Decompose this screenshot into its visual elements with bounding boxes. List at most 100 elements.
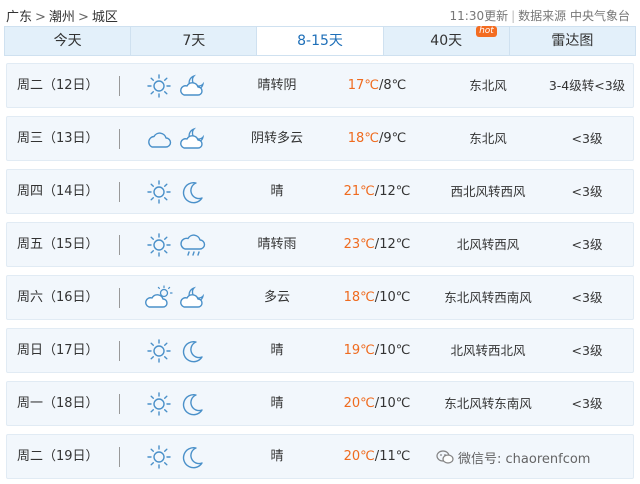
tab-label: 7天	[182, 33, 206, 49]
breadcrumb-district: 城区	[91, 10, 118, 25]
wind-direction: 东北风	[469, 131, 507, 146]
low-temp: 10℃	[379, 396, 411, 411]
tab-radar[interactable]: 雷达图	[509, 27, 636, 55]
high-temp: 18℃	[347, 131, 379, 146]
partly-cloudy-night-icon	[180, 74, 205, 96]
high-temp: 20℃	[343, 396, 375, 411]
forecast-row: 周四（14日） 晴 21℃/12℃ 西北风转西风 <3级	[6, 169, 634, 214]
temperature: 23℃/12℃	[327, 223, 427, 266]
wind-direction: 东北风转东南风	[444, 396, 532, 411]
day-label: 周三（13日）	[17, 131, 99, 146]
wind-direction: 东北风转西南风	[444, 290, 532, 305]
partly-cloudy-night-icon	[180, 127, 205, 149]
tab-8-15-days[interactable]: 8-15天	[257, 27, 384, 55]
tab-label: 40天	[430, 33, 463, 49]
hot-badge: hot	[476, 26, 497, 37]
weather-icons	[145, 391, 207, 417]
update-info: 11:30更新 | 数据来源 中央气象台	[450, 7, 630, 24]
low-temp: 9℃	[383, 131, 407, 146]
weather-description: 晴	[270, 396, 284, 411]
forecast-row: 周三（13日） 阴转多云 18℃/9℃ 东北风 <3级	[6, 116, 634, 161]
row-divider	[119, 235, 120, 255]
high-temp: 23℃	[343, 237, 375, 252]
wind-level: <3级	[571, 396, 603, 411]
cloud-icon	[148, 132, 172, 148]
low-temp: 12℃	[379, 184, 411, 199]
temperature: 21℃/12℃	[327, 170, 427, 213]
wind-direction: 东北风	[469, 78, 507, 93]
wind-level: <3级	[571, 131, 603, 146]
partly-cloudy-day-icon	[145, 285, 173, 308]
rain-cloud-icon	[180, 234, 206, 256]
weather-description: 晴	[270, 449, 284, 464]
low-temp: 12℃	[379, 237, 411, 252]
tab-label: 今天	[53, 33, 82, 49]
wind-level: 3-4级转<3级	[548, 78, 626, 93]
sun-icon	[147, 180, 171, 204]
wind-direction: 北风转西北风	[450, 343, 526, 358]
tab-today[interactable]: 今天	[5, 27, 132, 55]
tab-label: 8-15天	[297, 33, 343, 49]
day-label: 周一（18日）	[17, 396, 99, 411]
moon-icon	[182, 446, 203, 469]
forecast-row: 周六（16日） 多云 18℃/10℃ 东北风转西南风 <3级	[6, 275, 634, 320]
sun-icon	[147, 74, 171, 98]
forecast-tabs: 今天 7天 8-15天 40天 hot 雷达图	[4, 26, 636, 56]
watermark-text: 微信号: chaorenfcom	[458, 451, 591, 467]
weather-icons	[145, 232, 207, 258]
day-label: 周五（15日）	[17, 237, 99, 252]
weather-icons	[145, 126, 207, 152]
weather-description: 晴转阴	[257, 78, 297, 93]
weather-description: 阴转多云	[250, 131, 303, 146]
meta-separator: |	[511, 9, 516, 23]
weather-icons	[145, 285, 207, 311]
row-divider	[119, 447, 120, 467]
high-temp: 19℃	[343, 343, 375, 358]
temperature: 17℃/8℃	[327, 64, 427, 107]
row-divider	[119, 394, 120, 414]
forecast-row: 周日（17日） 晴 19℃/10℃ 北风转西北风 <3级	[6, 328, 634, 373]
breadcrumb-separator: >	[77, 10, 89, 25]
temperature: 20℃/10℃	[327, 382, 427, 425]
tab-7-days[interactable]: 7天	[131, 27, 258, 55]
tab-40-days[interactable]: 40天 hot	[383, 26, 510, 55]
sun-icon	[147, 233, 171, 257]
day-label: 周六（16日）	[17, 290, 99, 305]
partly-cloudy-night-icon	[180, 286, 205, 308]
low-temp: 10℃	[379, 343, 411, 358]
moon-icon	[182, 340, 203, 363]
high-temp: 18℃	[343, 290, 375, 305]
breadcrumb-province[interactable]: 广东	[6, 10, 32, 25]
forecast-row: 周二（12日） 晴转阴 17℃/8℃ 东北风 3-4级转<3级	[6, 63, 634, 108]
row-divider	[119, 341, 120, 361]
row-divider	[119, 182, 120, 202]
breadcrumb-city[interactable]: 潮州	[49, 10, 75, 25]
row-divider	[119, 129, 120, 149]
moon-icon	[182, 181, 203, 204]
wind-level: <3级	[571, 237, 603, 252]
wind-level: <3级	[571, 343, 603, 358]
temperature: 18℃/10℃	[327, 276, 427, 319]
sun-icon	[147, 445, 171, 469]
row-divider	[119, 288, 120, 308]
breadcrumb: 广东 > 潮州 > 城区	[6, 6, 118, 25]
breadcrumb-separator: >	[35, 10, 46, 25]
wind-direction: 北风转西风	[456, 237, 520, 252]
temperature: 18℃/9℃	[327, 117, 427, 160]
weather-icons	[145, 444, 207, 470]
weather-description: 晴	[270, 343, 284, 358]
moon-icon	[182, 393, 203, 416]
wechat-icon	[436, 450, 454, 464]
temperature: 19℃/10℃	[327, 329, 427, 372]
weather-icons	[145, 73, 207, 99]
low-temp: 8℃	[383, 78, 407, 93]
low-temp: 10℃	[379, 290, 411, 305]
tab-label: 雷达图	[551, 33, 594, 49]
weather-description: 多云	[263, 290, 290, 305]
day-label: 周四（14日）	[17, 184, 99, 199]
day-label: 周二（19日）	[17, 449, 99, 464]
sun-icon	[147, 392, 171, 416]
weather-description: 晴转雨	[257, 237, 297, 252]
weather-icons	[145, 338, 207, 364]
forecast-row: 周五（15日） 晴转雨 23℃/12℃ 北风转西风 <3级	[6, 222, 634, 267]
